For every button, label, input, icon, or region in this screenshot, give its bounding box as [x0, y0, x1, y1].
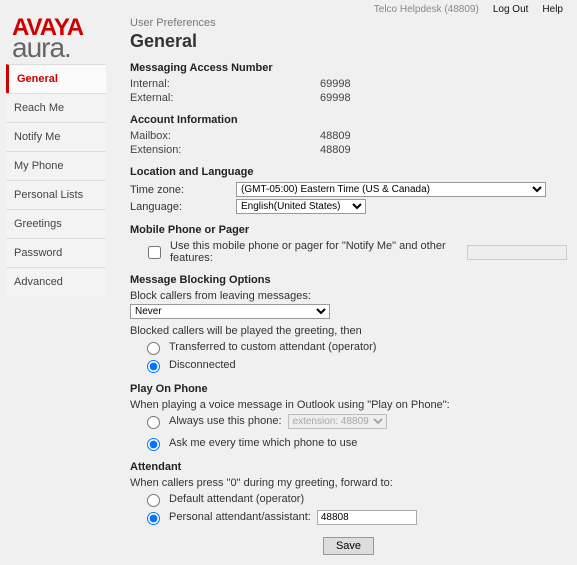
timezone-select[interactable]: (GMT-05:00) Eastern Time (US & Canada) — [236, 182, 546, 197]
play-on-phone-intro: When playing a voice message in Outlook … — [130, 399, 567, 411]
section-play-on-phone: Play On Phone — [130, 383, 567, 395]
sidebar-item-label: Reach Me — [14, 102, 64, 114]
sidebar-item-label: General — [17, 73, 58, 85]
sidebar-item-password[interactable]: Password — [6, 238, 106, 267]
internal-value: 69998 — [320, 78, 351, 90]
sidebar-item-advanced[interactable]: Advanced — [6, 267, 106, 296]
sidebar-item-label: Personal Lists — [14, 189, 83, 201]
language-label: Language: — [130, 201, 230, 213]
section-location-language: Location and Language — [130, 166, 567, 178]
section-account-info: Account Information — [130, 114, 567, 126]
sidebar-item-personal-lists[interactable]: Personal Lists — [6, 180, 106, 209]
blocked-disconnected-label: Disconnected — [169, 359, 236, 371]
blocked-transfer-radio[interactable] — [147, 342, 160, 355]
save-button[interactable]: Save — [323, 537, 374, 555]
mobile-notify-label: Use this mobile phone or pager for "Noti… — [170, 240, 461, 264]
default-attendant-label: Default attendant (operator) — [169, 493, 304, 505]
current-user: Telco Helpdesk (48809) — [374, 4, 479, 15]
section-attendant: Attendant — [130, 461, 567, 473]
always-use-phone-radio[interactable] — [147, 416, 160, 429]
page-title: General — [130, 31, 567, 52]
sidebar-item-greetings[interactable]: Greetings — [6, 209, 106, 238]
sidebar-item-my-phone[interactable]: My Phone — [6, 151, 106, 180]
section-mobile-pager: Mobile Phone or Pager — [130, 224, 567, 236]
default-attendant-radio[interactable] — [147, 494, 160, 507]
personal-attendant-input[interactable] — [317, 510, 417, 525]
sidebar: General Reach Me Notify Me My Phone Pers… — [6, 64, 106, 296]
sidebar-item-general[interactable]: General — [6, 64, 106, 93]
block-callers-select[interactable]: Never — [130, 304, 330, 319]
ask-every-time-label: Ask me every time which phone to use — [169, 437, 357, 449]
sidebar-item-reach-me[interactable]: Reach Me — [6, 93, 106, 122]
sidebar-item-label: Greetings — [14, 218, 62, 230]
brand-aura: aura. — [12, 35, 98, 60]
ask-every-time-radio[interactable] — [147, 438, 160, 451]
section-message-blocking: Message Blocking Options — [130, 274, 567, 286]
attendant-intro: When callers press "0" during my greetin… — [130, 477, 567, 489]
personal-attendant-label: Personal attendant/assistant: — [169, 511, 311, 523]
always-use-phone-label: Always use this phone: — [169, 415, 282, 427]
play-extension-select: extension: 48809 — [288, 414, 387, 429]
sidebar-item-label: Notify Me — [14, 131, 60, 143]
external-value: 69998 — [320, 92, 351, 104]
blocked-disconnected-radio[interactable] — [147, 360, 160, 373]
timezone-label: Time zone: — [130, 184, 230, 196]
mailbox-value: 48809 — [320, 130, 351, 142]
section-messaging-access: Messaging Access Number — [130, 62, 567, 74]
help-link[interactable]: Help — [542, 4, 563, 15]
breadcrumb: User Preferences — [130, 17, 567, 29]
extension-label: Extension: — [130, 144, 320, 156]
mobile-number-input — [467, 245, 567, 260]
sidebar-item-notify-me[interactable]: Notify Me — [6, 122, 106, 151]
sidebar-item-label: Password — [14, 247, 62, 259]
sidebar-item-label: Advanced — [14, 276, 63, 288]
blocked-then-label: Blocked callers will be played the greet… — [130, 325, 567, 337]
logout-link[interactable]: Log Out — [493, 4, 529, 15]
blocked-transfer-label: Transferred to custom attendant (operato… — [169, 341, 376, 353]
sidebar-item-label: My Phone — [14, 160, 64, 172]
personal-attendant-radio[interactable] — [147, 512, 160, 525]
internal-label: Internal: — [130, 78, 320, 90]
language-select[interactable]: English(United States) — [236, 199, 366, 214]
mobile-notify-checkbox[interactable] — [148, 246, 161, 259]
extension-value: 48809 — [320, 144, 351, 156]
brand-logo: AVAYA aura. — [0, 15, 106, 60]
external-label: External: — [130, 92, 320, 104]
mailbox-label: Mailbox: — [130, 130, 320, 142]
block-callers-label: Block callers from leaving messages: — [130, 290, 567, 302]
